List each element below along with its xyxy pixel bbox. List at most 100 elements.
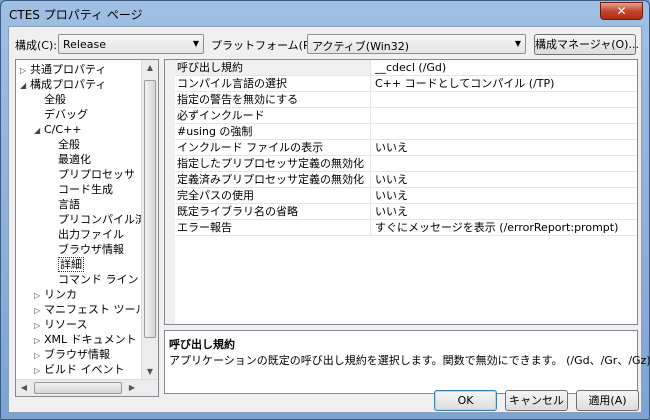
tree-item[interactable]: ▷ 共通プロパティ (20, 62, 106, 77)
scroll-right-icon[interactable]: ▶ (124, 380, 140, 396)
tree-item-label: コード生成 (58, 183, 113, 196)
property-row[interactable]: 指定の警告を無効にする (175, 92, 637, 108)
property-row[interactable]: 定義済みプリプロセッサ定義の無効化 いいえ (175, 172, 637, 188)
property-value[interactable]: __cdecl (/Gd) (372, 60, 637, 75)
property-row[interactable]: 完全パスの使用 いいえ (175, 188, 637, 204)
tree-item[interactable]: プリプロセッサ (48, 167, 135, 182)
property-row[interactable]: 既定ライブラリ名の省略 いいえ (175, 204, 637, 220)
property-name: 定義済みプリプロセッサ定義の無効化 (175, 172, 371, 187)
scroll-thumb[interactable] (144, 80, 156, 338)
grid-gutter (165, 60, 175, 324)
tree-item[interactable]: ブラウザ情報 (48, 242, 124, 257)
platform-select[interactable]: アクティブ(Win32) ▼ (307, 34, 526, 54)
tree-item[interactable]: コード生成 (48, 182, 113, 197)
tree-item-label: 構成プロパティ (30, 78, 107, 91)
apply-button[interactable]: 適用(A) (576, 390, 639, 411)
property-row[interactable]: エラー報告 すぐにメッセージを表示 (/errorReport:prompt) (175, 220, 637, 236)
window-title: CTES プロパティ ページ (9, 8, 143, 22)
property-name: 必ずインクルード (175, 108, 371, 123)
expand-arrow-icon[interactable]: ▷ (34, 288, 44, 303)
tree-item[interactable]: ◢ 構成プロパティ (20, 77, 106, 92)
tree-item-label: コマンド ライン (58, 273, 139, 286)
tree-item-label: 言語 (58, 198, 80, 211)
expand-arrow-icon[interactable]: ▷ (34, 333, 44, 348)
description-panel: 呼び出し規約 アプリケーションの既定の呼び出し規約を選択します。関数で無効にでき… (164, 330, 650, 394)
property-value[interactable]: いいえ (372, 204, 637, 219)
tree-item[interactable]: 最適化 (48, 152, 91, 167)
platform-select-value: アクティブ(Win32) (312, 40, 410, 53)
tree-item[interactable]: ▷ ブラウザ情報 (34, 347, 110, 362)
property-row[interactable]: 呼び出し規約 __cdecl (/Gd) (175, 60, 637, 76)
tree-item-label: マニフェスト ツール (44, 303, 147, 316)
tree-item[interactable]: ▷ リンカ (34, 287, 77, 302)
config-select[interactable]: Release ▼ (58, 34, 204, 54)
property-grid: 呼び出し規約 __cdecl (/Gd) コンパイル言語の選択 C++ コードとしてコ… (164, 59, 638, 325)
expand-arrow-icon[interactable]: ▷ (34, 363, 44, 378)
expand-arrow-icon[interactable]: ▷ (34, 348, 44, 363)
tree-item-label: C/C++ (44, 123, 82, 136)
tree-item[interactable]: ▷ リソース (34, 317, 87, 332)
property-value[interactable]: いいえ (372, 188, 637, 203)
tree-item[interactable]: ▷ マニフェスト ツール (34, 302, 147, 317)
collapse-arrow-icon[interactable]: ◢ (20, 78, 30, 93)
scroll-thumb-horizontal[interactable] (34, 382, 122, 394)
tree-item-label: リソース (44, 318, 88, 331)
tree-item[interactable]: ◢ C/C++ (34, 122, 82, 137)
collapse-arrow-icon[interactable]: ◢ (34, 123, 44, 138)
tree-item-label: ブラウザ情報 (58, 243, 124, 256)
tree-item[interactable]: コマンド ライン (48, 272, 139, 287)
tree-item[interactable]: ▷ ビルド イベント (34, 362, 125, 377)
property-row[interactable]: インクルード ファイルの表示 いいえ (175, 140, 637, 156)
tree-item-label: ビルド イベント (44, 363, 125, 376)
tree-item[interactable]: 全般 (48, 137, 80, 152)
expand-arrow-icon[interactable]: ▷ (20, 63, 30, 78)
scroll-down-icon[interactable]: ▼ (142, 364, 158, 380)
property-value[interactable]: C++ コードとしてコンパイル (/TP) (372, 76, 637, 91)
tree-item[interactable]: デバッグ (34, 107, 88, 122)
cancel-button[interactable]: キャンセル (505, 390, 568, 411)
property-value[interactable] (372, 108, 637, 123)
property-value[interactable] (372, 92, 637, 107)
tree-horizontal-scrollbar[interactable]: ◀ ▶ (16, 379, 158, 396)
property-name: 指定したプリプロセッサ定義の無効化 (175, 156, 371, 171)
tree-item[interactable]: 言語 (48, 197, 80, 212)
description-text: アプリケーションの既定の呼び出し規約を選択します。関数で無効にできます。 (/G… (169, 354, 650, 367)
tree-item-label: デバッグ (44, 108, 88, 121)
tree-item-label: 詳細 (58, 257, 84, 272)
property-name: 既定ライブラリ名の省略 (175, 204, 371, 219)
tree-item-label: 全般 (44, 93, 66, 106)
dialog-client-area: 構成(C): Release ▼ プラットフォーム(P): アクティブ(Win3… (8, 26, 650, 413)
tree-item[interactable]: 出力ファイル (48, 227, 124, 242)
chevron-down-icon: ▼ (514, 39, 521, 48)
tree-item-label: ブラウザ情報 (44, 348, 110, 361)
tree-item-label: リンカ (44, 288, 77, 301)
property-value[interactable]: いいえ (372, 172, 637, 187)
property-value[interactable] (372, 156, 637, 171)
property-name: #using の強制 (175, 124, 371, 139)
config-manager-button[interactable]: 構成マネージャ(O)... (534, 34, 639, 55)
tree-item-label: 共通プロパティ (30, 63, 107, 76)
category-tree: ▷ 共通プロパティ ◢ 構成プロパティ 全般 デバッグ ◢ C/C++ 全般 最適化 プリプロセッサ… (15, 59, 159, 397)
tree-item[interactable]: 全般 (34, 92, 66, 107)
property-value[interactable]: すぐにメッセージを表示 (/errorReport:prompt) (372, 220, 637, 235)
scroll-left-icon[interactable]: ◀ (16, 380, 32, 396)
property-row[interactable]: コンパイル言語の選択 C++ コードとしてコンパイル (/TP) (175, 76, 637, 92)
tree-item[interactable]: 詳細 (48, 257, 84, 272)
property-name: 完全パスの使用 (175, 188, 371, 203)
property-row[interactable]: #using の強制 (175, 124, 637, 140)
title-bar[interactable]: CTES プロパティ ページ ✕ (1, 1, 649, 25)
close-button[interactable]: ✕ (600, 2, 643, 20)
property-name: 指定の警告を無効にする (175, 92, 371, 107)
property-row[interactable]: 指定したプリプロセッサ定義の無効化 (175, 156, 637, 172)
expand-arrow-icon[interactable]: ▷ (34, 318, 44, 333)
property-row[interactable]: 必ずインクルード (175, 108, 637, 124)
tree-vertical-scrollbar[interactable]: ▲ ▼ (141, 60, 158, 380)
property-name: インクルード ファイルの表示 (175, 140, 371, 155)
ok-button[interactable]: OK (434, 390, 497, 411)
scroll-up-icon[interactable]: ▲ (142, 60, 158, 76)
tree-item-label: 出力ファイル (58, 228, 124, 241)
expand-arrow-icon[interactable]: ▷ (34, 303, 44, 318)
property-value[interactable]: いいえ (372, 140, 637, 155)
property-value[interactable] (372, 124, 637, 139)
property-name: 呼び出し規約 (175, 60, 371, 75)
